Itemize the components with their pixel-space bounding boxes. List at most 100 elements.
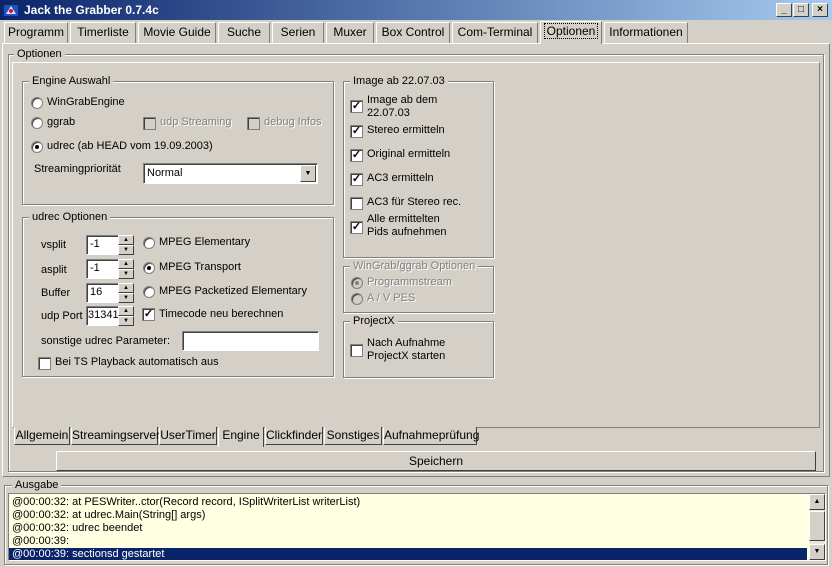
original-label: Original ermitteln (367, 148, 451, 160)
mpeg-transport-radio[interactable] (143, 262, 155, 274)
vsplit-label: vsplit (41, 239, 67, 251)
other-params-input[interactable] (182, 331, 319, 351)
scroll-thumb[interactable] (809, 511, 825, 541)
stereo-label: Stereo ermitteln (367, 124, 445, 136)
subtab-usertimer[interactable]: UserTimer (159, 427, 217, 445)
title-bar[interactable]: Jack the Grabber 0.7.4c _ □ × (0, 0, 832, 20)
streaming-priority-select[interactable]: Normal ▼ (143, 163, 318, 184)
tab-serien[interactable]: Serien (272, 22, 324, 43)
projectx-group-title: ProjectX (350, 315, 398, 327)
output-log[interactable]: @00:00:32: at PESWriter..ctor(Record rec… (8, 493, 826, 561)
udp-streaming-label: udp Streaming (160, 116, 232, 128)
ac3-stereo-label: AC3 für Stereo rec. (367, 196, 462, 208)
buffer-input[interactable]: 16 (86, 283, 119, 303)
programmstream-radio[interactable] (351, 277, 363, 289)
log-line: @00:00:32: at udrec.Main(String[] args) (12, 509, 206, 521)
debug-infos-label: debug Infos (264, 116, 322, 128)
tab-suche[interactable]: Suche (218, 22, 270, 43)
all-pids-label-line2: Pids aufnehmen (367, 226, 447, 238)
udrec-label: udrec (ab HEAD vom 19.09.2003) (47, 140, 213, 152)
subtab-aufnahmepruefung[interactable]: Aufnahmeprüfung (383, 427, 479, 445)
image-ab-label-line1: Image ab dem (367, 94, 438, 106)
tab-muxer[interactable]: Muxer (326, 22, 374, 43)
all-pids-label-line1: Alle ermittelten (367, 213, 440, 225)
udp-port-spinner[interactable]: ▲ ▼ (118, 306, 134, 326)
debug-infos-checkbox[interactable] (247, 117, 260, 130)
tab-optionen[interactable]: Optionen (540, 21, 602, 44)
subtab-allgemein[interactable]: Allgemein (14, 427, 70, 445)
tab-timerliste[interactable]: Timerliste (70, 22, 136, 43)
timecode-checkbox[interactable]: ✓ (142, 308, 155, 321)
save-button[interactable]: Speichern (56, 451, 816, 471)
image-ab-label-line2: 22.07.03 (367, 107, 410, 119)
close-button[interactable]: × (812, 3, 828, 17)
vsplit-spinner[interactable]: ▲ ▼ (118, 235, 134, 255)
wingrab-options-title: WinGrab/ggrab Optionen (350, 260, 479, 272)
wingrab-options-group: WinGrab/ggrab Optionen (343, 260, 494, 313)
mpeg-pes-radio[interactable] (143, 286, 155, 298)
log-line: @00:00:32: at PESWriter..ctor(Record rec… (12, 496, 361, 508)
udp-port-label: udp Port (41, 310, 83, 322)
buffer-spinner[interactable]: ▲ ▼ (118, 283, 134, 303)
timecode-label: Timecode neu berechnen (159, 308, 284, 320)
mpeg-elementary-radio[interactable] (143, 237, 155, 249)
image-ab-checkbox[interactable]: ✓ (350, 100, 363, 113)
chevron-down-icon[interactable]: ▼ (300, 165, 316, 182)
options-group-title: Optionen (14, 48, 65, 60)
engine-selection-title: Engine Auswahl (29, 75, 114, 87)
ggrab-label: ggrab (47, 116, 76, 128)
tab-movie-guide[interactable]: Movie Guide (138, 22, 216, 43)
app-icon (4, 5, 18, 16)
log-line: @00:00:39: (12, 535, 70, 547)
mpeg-elementary-label: MPEG Elementary (159, 236, 251, 248)
window-title: Jack the Grabber 0.7.4c (24, 3, 159, 17)
tab-programm[interactable]: Programm (4, 22, 68, 43)
av-pes-label: A / V PES (367, 292, 416, 304)
udp-streaming-checkbox[interactable] (143, 117, 156, 130)
wingrab-engine-radio[interactable] (31, 97, 43, 109)
stereo-checkbox[interactable]: ✓ (350, 125, 363, 138)
projectx-start-label-line1: Nach Aufnahme (367, 337, 446, 349)
all-pids-checkbox[interactable]: ✓ (350, 221, 363, 234)
minimize-button[interactable]: _ (776, 3, 792, 17)
projectx-start-checkbox[interactable] (350, 344, 363, 357)
tab-informationen[interactable]: Informationen (604, 22, 688, 43)
buffer-label: Buffer (41, 287, 71, 299)
subtab-engine[interactable]: Engine (218, 427, 264, 447)
subtab-sonstiges[interactable]: Sonstiges (324, 427, 382, 445)
original-checkbox[interactable]: ✓ (350, 149, 363, 162)
maximize-button[interactable]: □ (793, 3, 809, 17)
output-group-title: Ausgabe (12, 479, 62, 491)
log-scrollbar[interactable]: ▲ ▼ (809, 494, 825, 560)
mpeg-transport-label: MPEG Transport (159, 261, 241, 273)
tab-box-control[interactable]: Box Control (376, 22, 450, 43)
udrec-radio[interactable] (31, 141, 43, 153)
projectx-start-label-line2: ProjectX starten (367, 350, 446, 362)
log-line-selected[interactable]: @00:00:39: sectionsd gestartet (9, 548, 807, 560)
udrec-options-title: udrec Optionen (29, 211, 111, 223)
asplit-spinner[interactable]: ▲ ▼ (118, 259, 134, 279)
av-pes-radio[interactable] (351, 293, 363, 305)
scroll-down-icon[interactable]: ▼ (809, 544, 825, 560)
ts-playback-label: Bei TS Playback automatisch aus (55, 356, 219, 368)
programmstream-label: Programmstream (367, 276, 452, 288)
other-params-label: sonstige udrec Parameter: (41, 335, 171, 347)
ac3-checkbox[interactable]: ✓ (350, 173, 363, 186)
ggrab-radio[interactable] (31, 117, 43, 129)
vsplit-input[interactable]: -1 (86, 235, 119, 255)
subtab-clickfinder[interactable]: Clickfinder (265, 427, 323, 445)
image-group-title: Image ab 22.07.03 (350, 75, 448, 87)
subtab-streamingserver[interactable]: Streamingserver (71, 427, 160, 445)
wingrab-engine-label: WinGrabEngine (47, 96, 125, 108)
scroll-up-icon[interactable]: ▲ (809, 494, 825, 510)
mpeg-pes-label: MPEG Packetized Elementary (159, 285, 307, 297)
asplit-input[interactable]: -1 (86, 259, 119, 279)
asplit-label: asplit (41, 264, 67, 276)
udp-port-input[interactable]: 31341 (86, 306, 119, 326)
log-line: @00:00:32: udrec beendet (12, 522, 143, 534)
tab-com-terminal[interactable]: Com-Terminal (452, 22, 538, 43)
ac3-label: AC3 ermitteln (367, 172, 434, 184)
streaming-priority-value: Normal (147, 167, 183, 179)
ac3-stereo-checkbox[interactable] (350, 197, 363, 210)
ts-playback-checkbox[interactable] (38, 357, 51, 370)
